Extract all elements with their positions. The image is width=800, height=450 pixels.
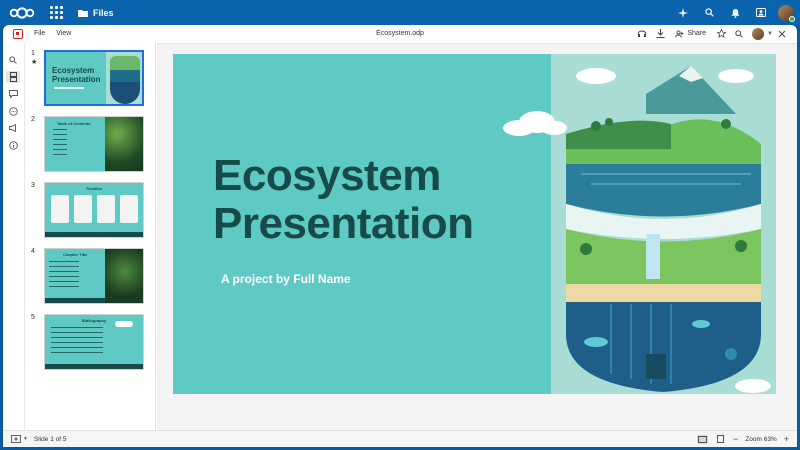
slide-thumbnail-1[interactable]: Ecosystem Presentation (44, 50, 144, 106)
slide-thumbnail-2[interactable]: Table of Contents (44, 116, 144, 172)
share-user-icon (675, 29, 684, 38)
slide-title[interactable]: Ecosystem Presentation (213, 152, 474, 248)
slide-canvas[interactable]: Ecosystem Presentation A project by Full… (157, 43, 797, 430)
slide-sorter-icon[interactable] (6, 71, 20, 83)
share-button[interactable]: Share (669, 25, 712, 42)
thumb-subtitle-line (54, 87, 84, 89)
chevron-down-icon[interactable]: ▼ (23, 436, 28, 442)
star-icon: ★ (31, 59, 38, 66)
close-icon[interactable] (773, 25, 791, 42)
search-icon[interactable] (696, 0, 722, 25)
notifications-bell-icon[interactable] (722, 0, 748, 25)
user-avatar[interactable] (778, 4, 795, 22)
thumb-forest-photo (105, 117, 143, 171)
files-app-link[interactable]: Files (78, 8, 114, 18)
thumb-plant-photo (105, 249, 143, 303)
slide-thumbnail-4[interactable]: Chapter Title (44, 248, 144, 304)
impress-document-icon (13, 28, 23, 39)
present-icon[interactable] (633, 25, 651, 42)
zoom-in-icon[interactable]: + (784, 434, 789, 444)
menu-bar: File View Ecosystem.odp Share ▼ (3, 25, 797, 42)
thumb-title-line2: Presentation (52, 75, 101, 84)
app-menu-icon[interactable] (50, 5, 64, 20)
cloud-icon (115, 321, 133, 327)
star-icon[interactable] (712, 25, 730, 42)
slide-thumb-row-2[interactable]: 2 Table of Contents (31, 116, 144, 172)
app-name: Files (93, 7, 114, 18)
slide-title-line2: Presentation (213, 199, 474, 248)
zoom-out-icon[interactable]: − (733, 434, 738, 444)
share-label: Share (687, 30, 707, 37)
folder-icon (78, 9, 88, 17)
thumb-ecosystem-art (106, 52, 142, 104)
slide-number: 4 (31, 248, 35, 255)
slide-indicator: Slide 1 of 5 (33, 435, 67, 443)
slide-thumbnail-5[interactable]: Bibliography (44, 314, 144, 370)
thumb-title: Chapter Title (63, 252, 88, 257)
contacts-icon[interactable] (748, 0, 774, 25)
online-status-icon (789, 15, 795, 22)
ecosystem-illustration (551, 54, 776, 394)
normal-view-icon[interactable] (697, 434, 709, 444)
thumb-title: Table of Contents (57, 121, 91, 126)
search-icon[interactable] (6, 54, 20, 66)
slide-thumb-row-1[interactable]: 1 ★ Ecosystem Presentation (31, 50, 144, 106)
collaborator-avatar[interactable] (752, 27, 765, 40)
slide-number: 3 (31, 182, 35, 189)
chat-icon[interactable] (6, 105, 20, 117)
slide-title-line1: Ecosystem (213, 151, 441, 200)
nextcloud-header: Files (0, 0, 800, 25)
menu-view[interactable]: View (56, 30, 71, 37)
new-slide-icon[interactable]: ▼ (11, 435, 28, 443)
left-sidebar-toolbar (3, 51, 23, 429)
slide-thumbnail-panel: 1 ★ Ecosystem Presentation 2 Table of Co… (24, 43, 156, 430)
info-icon[interactable] (6, 139, 20, 151)
comment-icon[interactable] (6, 88, 20, 100)
assistant-sparkle-icon[interactable] (670, 0, 696, 25)
current-slide[interactable]: Ecosystem Presentation A project by Full… (173, 54, 776, 394)
nextcloud-logo[interactable] (2, 0, 42, 25)
cloud-icon (503, 111, 567, 136)
slide-subtitle[interactable]: A project by Full Name (221, 272, 351, 286)
slide-number: 5 (31, 314, 35, 321)
zoom-label[interactable]: Zoom 63% (745, 436, 776, 443)
download-icon[interactable] (651, 25, 669, 42)
search-icon[interactable] (730, 25, 748, 42)
slide-thumbnail-3[interactable]: Timeline (44, 182, 144, 238)
notes-view-icon[interactable] (715, 435, 726, 444)
status-bar: ▼ Slide 1 of 5 − Zoom 63% + (3, 430, 797, 447)
slide-thumb-row-4[interactable]: 4 Chapter Title (31, 248, 144, 304)
slide-thumb-row-5[interactable]: 5 Bibliography (31, 314, 144, 370)
announcement-icon[interactable] (6, 122, 20, 134)
slide-number: 2 (31, 116, 35, 123)
slide-thumb-row-3[interactable]: 3 Timeline (31, 182, 144, 238)
collabora-window: File View Ecosystem.odp Share ▼ 1 ★ Ecos… (3, 25, 797, 447)
thumb-title: Timeline (85, 186, 103, 191)
thumb-title-line1: Ecosystem (52, 66, 95, 75)
menu-file[interactable]: File (34, 30, 45, 37)
slide-number: 1 (31, 50, 35, 57)
